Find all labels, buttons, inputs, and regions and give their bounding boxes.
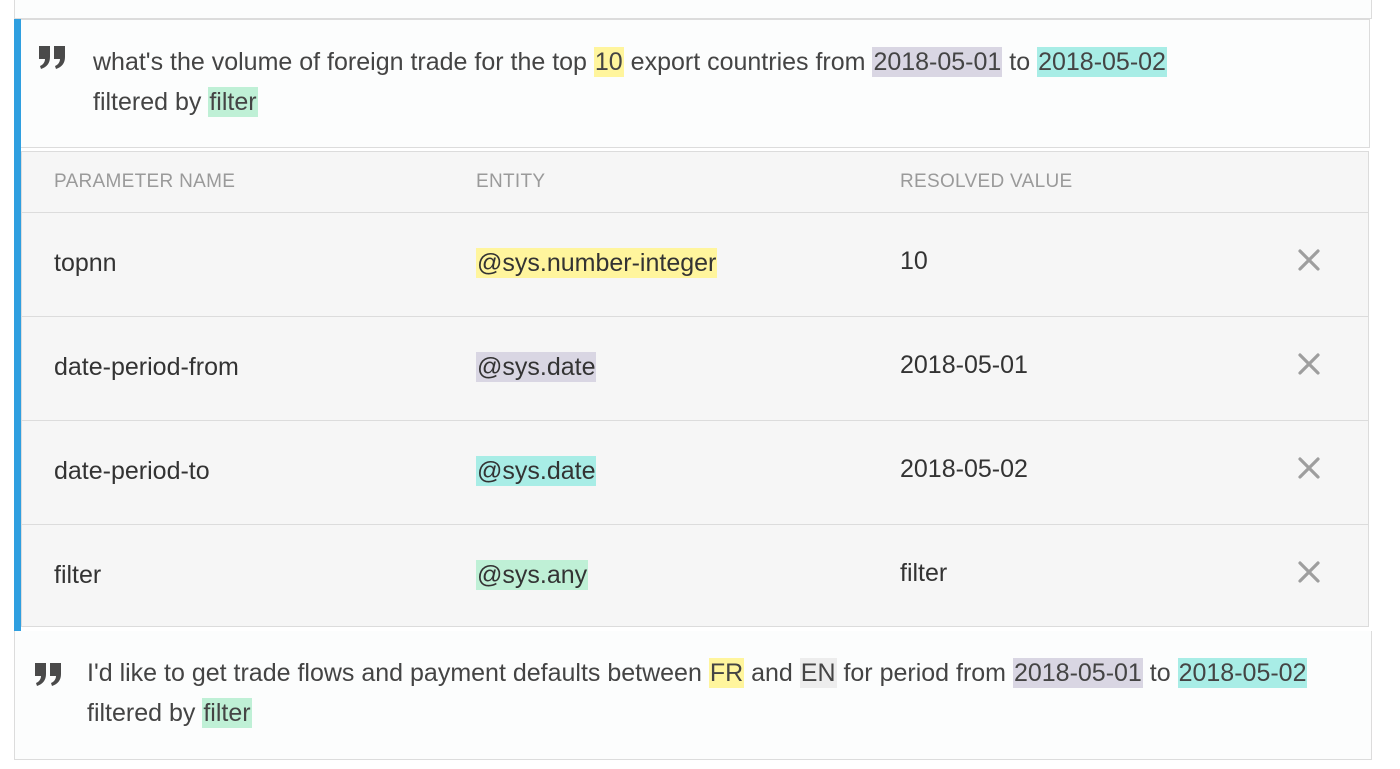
- phrase-segment: to: [1142, 659, 1178, 687]
- phrase-segment: to: [1002, 48, 1038, 76]
- resolved-value[interactable]: 2018-05-01: [900, 351, 1028, 380]
- resolved-value[interactable]: 2018-05-02: [900, 455, 1028, 484]
- quote-icon: [37, 44, 67, 72]
- delete-parameter-button[interactable]: [1296, 455, 1322, 481]
- entity-name[interactable]: @sys.date: [476, 456, 597, 486]
- parameter-name[interactable]: date-period-to: [54, 457, 210, 486]
- phrase-segment: export countries from: [623, 48, 873, 76]
- quote-icon: [33, 661, 63, 689]
- training-phrase[interactable]: I'd like to get trade flows and payment …: [14, 631, 1372, 760]
- parameter-name[interactable]: topnn: [54, 249, 117, 278]
- annotated-parameter[interactable]: FR: [708, 658, 745, 688]
- resolved-value[interactable]: 10: [900, 247, 928, 276]
- delete-parameter-button[interactable]: [1296, 351, 1322, 377]
- phrase-text[interactable]: what's the volume of foreign trade for t…: [93, 42, 1213, 122]
- parameter-table: PARAMETER NAME ENTITY RESOLVED VALUE top…: [21, 151, 1369, 627]
- entity-name[interactable]: @sys.date: [476, 352, 597, 382]
- close-icon: [1298, 249, 1320, 271]
- table-row: date-period-from @sys.date 2018-05-01: [22, 317, 1368, 421]
- parameter-name[interactable]: filter: [54, 561, 101, 590]
- entity-label[interactable]: @sys.date: [476, 352, 597, 382]
- entity-label[interactable]: @sys.any: [476, 560, 589, 590]
- annotated-parameter[interactable]: 2018-05-02: [1037, 47, 1167, 77]
- annotated-parameter[interactable]: 2018-05-01: [872, 47, 1003, 77]
- column-header-entity: ENTITY: [476, 171, 546, 192]
- entity-name[interactable]: @sys.number-integer: [476, 248, 718, 278]
- phrase-segment: what's the volume of foreign trade for t…: [93, 48, 594, 76]
- annotated-parameter[interactable]: 10: [593, 47, 624, 77]
- column-header-resolved-value: RESOLVED VALUE: [900, 171, 1073, 192]
- entity-name[interactable]: @sys.any: [476, 560, 589, 590]
- training-phrase[interactable]: what's the volume of foreign trade for t…: [21, 19, 1370, 148]
- annotated-parameter[interactable]: EN: [799, 658, 837, 688]
- table-row: topnn @sys.number-integer 10: [22, 213, 1368, 317]
- selected-training-phrase[interactable]: what's the volume of foreign trade for t…: [14, 19, 1370, 631]
- delete-parameter-button[interactable]: [1296, 559, 1322, 585]
- phrase-segment: I'd like to get trade flows and payment …: [87, 659, 709, 687]
- table-row: filter @sys.any filter: [22, 525, 1368, 628]
- table-row: date-period-to @sys.date 2018-05-02: [22, 421, 1368, 525]
- table-header: PARAMETER NAME ENTITY RESOLVED VALUE: [22, 152, 1368, 213]
- delete-parameter-button[interactable]: [1296, 247, 1322, 273]
- annotated-parameter[interactable]: 2018-05-02: [1177, 658, 1308, 688]
- selection-accent-bar: [14, 19, 21, 631]
- phrase-segment: filtered by: [93, 88, 209, 116]
- phrase-segment: and: [744, 659, 800, 687]
- close-icon: [1298, 457, 1320, 479]
- column-header-parameter-name: PARAMETER NAME: [54, 171, 236, 192]
- resolved-value[interactable]: filter: [900, 559, 947, 588]
- annotated-parameter[interactable]: filter: [208, 87, 258, 117]
- phrase-segment: filtered by: [87, 699, 203, 727]
- phrase-text[interactable]: I'd like to get trade flows and payment …: [87, 653, 1327, 733]
- close-icon: [1298, 353, 1320, 375]
- entity-label[interactable]: @sys.number-integer: [476, 248, 718, 278]
- parameter-name[interactable]: date-period-from: [54, 353, 239, 382]
- annotated-parameter[interactable]: filter: [202, 698, 252, 728]
- annotated-parameter[interactable]: 2018-05-01: [1012, 658, 1143, 688]
- entity-label[interactable]: @sys.date: [476, 456, 597, 486]
- phrase-segment: for period from: [836, 659, 1013, 687]
- close-icon: [1298, 561, 1320, 583]
- previous-phrase-edge: [14, 0, 1372, 19]
